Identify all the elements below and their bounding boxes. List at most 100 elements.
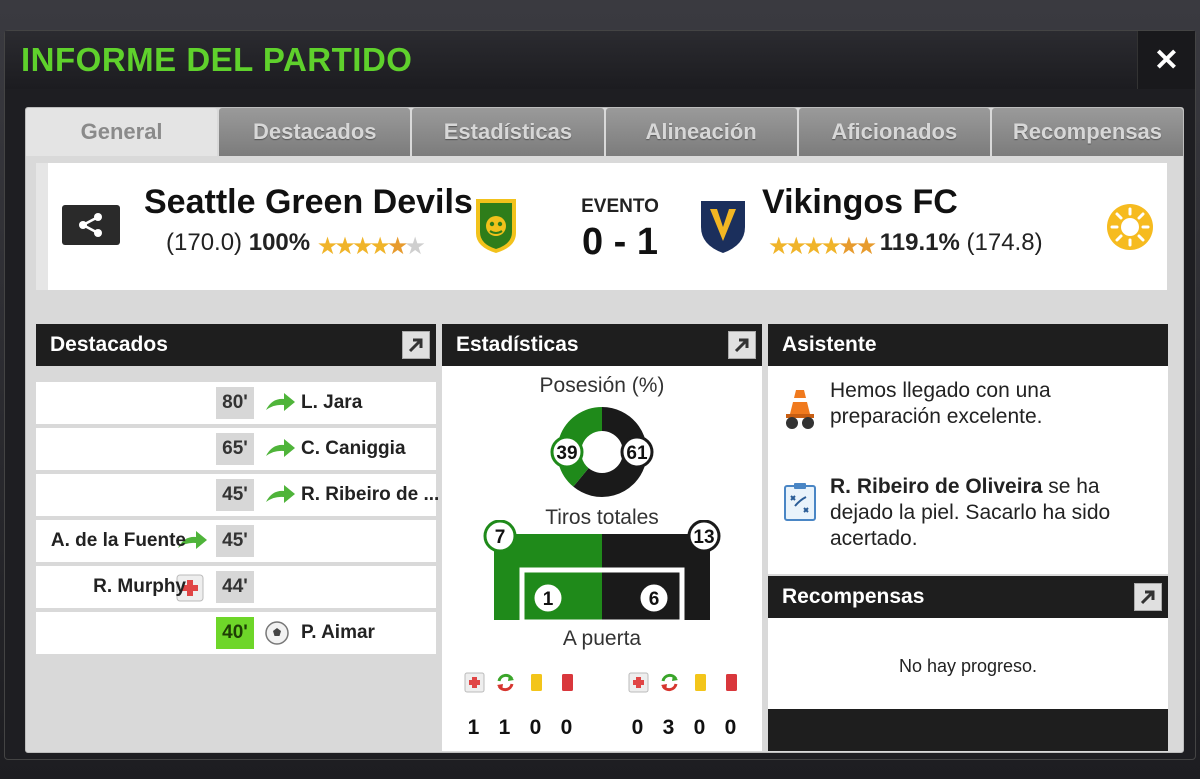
away-team-name: Vikingos FC — [762, 183, 958, 221]
tab-recompensas[interactable]: Recompensas — [991, 108, 1184, 156]
tab-general[interactable]: General — [26, 108, 218, 156]
star-icon: ★ — [855, 233, 878, 260]
home-rating-value: (170.0) — [166, 229, 243, 256]
highlight-minute: 65' — [216, 433, 254, 465]
assistant-header: Asistente — [768, 324, 1168, 366]
home-subs-count: 1 — [498, 716, 511, 739]
assistant-message-text: Hemos llegado con una preparación excele… — [830, 378, 1160, 430]
highlights-header: Destacados — [36, 324, 436, 366]
assistant-message-bold: R. Ribeiro de Oliveira — [830, 475, 1043, 498]
away-event-icons — [628, 672, 742, 693]
share-icon — [79, 213, 102, 237]
highlight-minute: 40' — [216, 617, 254, 649]
assistant-message-body: Hemos llegado con una preparación excele… — [830, 379, 1051, 428]
away-subs-count: 3 — [662, 716, 675, 739]
red-card-icon — [562, 674, 573, 691]
yellow-card-icon — [531, 674, 542, 691]
home-event-icons — [464, 672, 578, 693]
rewards-title: Recompensas — [782, 585, 925, 608]
tab-alineacion[interactable]: Alineación — [605, 108, 797, 156]
shots-home-value: 7 — [495, 527, 506, 548]
expand-arrow-icon — [734, 338, 749, 353]
tab-destacados[interactable]: Destacados — [219, 108, 411, 156]
highlight-player: R. Murphy — [93, 576, 186, 597]
home-team-crest-icon — [473, 197, 519, 260]
substitution-arrow-icon — [264, 436, 296, 467]
rewards-expand-button[interactable] — [1134, 583, 1162, 611]
on-target-away-value: 6 — [649, 589, 660, 610]
possession-away-value: 61 — [626, 443, 648, 464]
away-team-rating: ★ ★ ★ ★ ★ ★ 119.1% (174.8) — [768, 229, 1043, 259]
highlight-player: R. Ribeiro de ... — [301, 484, 440, 505]
star-empty-icon: ★ — [404, 233, 426, 260]
rewards-header: Recompensas — [768, 576, 1168, 618]
tab-estadisticas[interactable]: Estadísticas — [412, 108, 604, 156]
injury-icon — [628, 672, 649, 693]
home-event-counts: 1 1 0 0 — [458, 716, 582, 740]
away-yellow-count: 0 — [693, 716, 706, 739]
highlights-expand-button[interactable] — [402, 331, 430, 359]
away-event-counts: 0 3 0 0 — [622, 716, 746, 740]
highlight-minute: 45' — [216, 525, 254, 557]
highlight-row: 44' R. Murphy — [36, 566, 436, 608]
shots-graphic: 7 13 1 6 — [483, 520, 721, 625]
expand-arrow-icon — [408, 338, 423, 353]
share-button[interactable] — [62, 205, 120, 245]
assistant-title: Asistente — [782, 333, 877, 356]
match-summary: Seattle Green Devils (170.0) 100% ★ ★ ★ ★ ★ ★ — [36, 163, 1167, 290]
tactics-board-icon — [784, 483, 816, 521]
tab-aficionados[interactable]: Aficionados — [798, 108, 990, 156]
possession-home-value: 39 — [556, 443, 577, 464]
home-red-count: 0 — [560, 716, 573, 739]
away-rating-value: (174.8) — [966, 229, 1043, 256]
match-score: 0 - 1 — [581, 221, 659, 263]
highlight-row: 40' P. Aimar — [36, 612, 436, 654]
home-team-name: Seattle Green Devils — [144, 183, 473, 221]
stats-section: Estadísticas Posesión (%) 39 61 Tiros tot… — [442, 324, 762, 751]
on-target-label: A puerta — [562, 627, 642, 650]
shots-away-value: 13 — [693, 527, 714, 548]
substitution-arrow-icon — [264, 390, 296, 421]
highlight-minute: 45' — [216, 479, 254, 511]
close-icon: ✕ — [1153, 43, 1180, 77]
assistant-box: Asistente Hemos llegado con una preparac… — [768, 324, 1168, 574]
away-red-count: 0 — [724, 716, 737, 739]
injury-icon — [464, 672, 485, 693]
assistant-message-text: R. Ribeiro de Oliveira se ha dejado la p… — [830, 474, 1160, 552]
yellow-card-icon — [695, 674, 706, 691]
highlight-player: A. de la Fuente — [50, 530, 186, 551]
training-cone-icon — [786, 390, 814, 429]
substitution-icon — [497, 673, 514, 692]
highlight-row: 45' A. de la Fuente — [36, 520, 436, 562]
rewards-box: Recompensas No hay progreso. — [768, 576, 1168, 751]
on-target-home-value: 1 — [543, 589, 554, 610]
home-yellow-count: 0 — [529, 716, 542, 739]
close-button[interactable]: ✕ — [1137, 31, 1195, 89]
highlights-title: Destacados — [50, 333, 168, 356]
substitution-arrow-icon — [264, 482, 296, 513]
modal-title: INFORME DEL PARTIDO — [21, 41, 413, 78]
highlight-row: 65' C. Caniggia — [36, 428, 436, 470]
event-label: EVENTO — [581, 196, 659, 217]
red-card-icon — [726, 674, 737, 691]
rewards-empty-text: No hay progreso. — [898, 656, 1038, 676]
modal-header: INFORME DEL PARTIDO ✕ — [5, 31, 1195, 89]
home-stars: ★ ★ ★ ★ ★ ★ — [317, 235, 426, 259]
home-rating-percent: 100% — [248, 229, 311, 256]
assistant-section: Asistente Hemos llegado con una preparac… — [768, 324, 1168, 751]
highlight-row: 45' R. Ribeiro de ... — [36, 474, 440, 516]
highlight-player: L. Jara — [301, 392, 363, 413]
stats-header: Estadísticas — [442, 324, 762, 366]
stats-expand-button[interactable] — [728, 331, 756, 359]
highlight-minute: 80' — [216, 387, 254, 419]
home-injuries-count: 1 — [467, 716, 480, 739]
expand-arrow-icon — [1140, 590, 1155, 605]
away-rating-percent: 119.1% — [879, 229, 960, 256]
highlight-minute: 44' — [216, 571, 254, 603]
rewards-footer — [768, 709, 1168, 751]
match-report-modal: INFORME DEL PARTIDO ✕ General Destacados… — [4, 30, 1196, 760]
sunny-weather-icon — [1106, 203, 1154, 256]
tab-bar: General Destacados Estadísticas Alineaci… — [26, 108, 1184, 156]
highlight-player: C. Caniggia — [301, 438, 406, 459]
possession-label: Posesión (%) — [539, 374, 665, 397]
